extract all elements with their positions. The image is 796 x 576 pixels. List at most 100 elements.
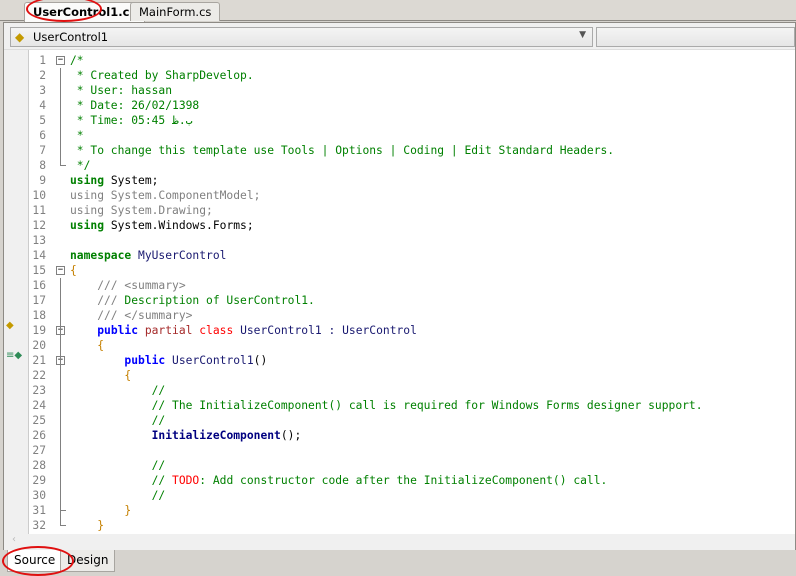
code-token: public xyxy=(124,354,166,367)
method-marker-icon: ≡◆ xyxy=(6,350,23,361)
code-editor[interactable]: 1−/* 2 * Created by SharpDevelop. 3 * User… xyxy=(29,50,795,534)
code-token: * Date: 26/02/1398 xyxy=(70,99,200,112)
code-text: * User: hassan xyxy=(70,83,172,98)
class-icon: ◆ xyxy=(15,30,25,44)
code-token: System.Windows.Forms; xyxy=(104,219,254,232)
code-line: 20 { xyxy=(29,338,795,353)
code-line: 3 * User: hassan xyxy=(29,83,795,98)
scroll-left-icon: ‹ xyxy=(12,534,16,545)
code-text: /// <summary> xyxy=(70,278,185,293)
code-token: * To change this template use Tools | Op… xyxy=(70,144,615,157)
code-line: 9 using System; xyxy=(29,173,795,188)
code-token: using xyxy=(70,174,105,187)
code-token: // xyxy=(70,384,166,397)
editor-frame: ◆ UserControl1 ▼ ◆ ≡◆ 1−/* 2 * Created by… xyxy=(3,22,796,550)
code-line: 7 * To change this template use Tools | … xyxy=(29,143,795,158)
class-combo[interactable]: ◆ UserControl1 ▼ xyxy=(10,27,593,47)
code-token: * Created by SharpDevelop. xyxy=(70,69,254,82)
code-line: 24 // The InitializeComponent() call is … xyxy=(29,398,795,413)
code-line: 29 // TODO: Add constructor code after t… xyxy=(29,473,795,488)
code-token: InitializeComponent xyxy=(151,429,281,442)
code-token: } xyxy=(70,519,105,532)
code-token: * User: hassan xyxy=(70,84,173,97)
code-text: using System.Drawing; xyxy=(70,203,213,218)
code-line: 18 /// </summary> xyxy=(29,308,795,323)
code-text: * xyxy=(70,128,84,143)
code-token: * Time: 05:45 ب.ظ xyxy=(70,114,193,127)
line-number: 31 xyxy=(32,504,46,517)
code-line: 5 * Time: 05:45 ب.ظ xyxy=(29,113,795,128)
code-line: 2 * Created by SharpDevelop. xyxy=(29,68,795,83)
line-number: 27 xyxy=(32,444,46,457)
code-token: { xyxy=(70,264,77,277)
tab-usercontrol1-cs[interactable]: UserControl1.cs xyxy=(24,2,146,22)
code-line: 28 // xyxy=(29,458,795,473)
line-number: 22 xyxy=(32,369,46,382)
code-token: // xyxy=(70,489,166,502)
code-line: 16 /// <summary> xyxy=(29,278,795,293)
code-text: using System; xyxy=(70,173,158,188)
code-token: /* xyxy=(70,54,84,67)
code-line: 1 −/* xyxy=(29,53,795,68)
line-number: 5 xyxy=(39,114,46,127)
line-number: 19 xyxy=(32,324,46,337)
class-marker-icon: ◆ xyxy=(6,320,14,331)
line-number: 15 xyxy=(32,264,46,277)
code-token: Description of UserControl1. xyxy=(117,294,315,307)
code-token: using System.ComponentModel; xyxy=(70,189,261,202)
line-number: 23 xyxy=(32,384,46,397)
code-token: MyUserControl xyxy=(131,249,227,262)
code-token: using xyxy=(70,219,105,232)
tab-design[interactable]: Design xyxy=(60,550,116,572)
code-text: * To change this template use Tools | Op… xyxy=(70,143,614,158)
line-number: 28 xyxy=(32,459,46,472)
code-token: class xyxy=(192,324,234,337)
line-number: 4 xyxy=(39,99,46,112)
fold-toggle-icon[interactable]: − xyxy=(56,56,65,65)
code-text: /// Description of UserControl1. xyxy=(70,293,315,308)
member-combo[interactable] xyxy=(596,27,795,47)
view-tab-strip: Source Design xyxy=(3,550,796,575)
code-text: using System.ComponentModel; xyxy=(70,188,260,203)
code-text: * Time: 05:45 ب.ظ xyxy=(70,113,193,128)
code-line: 30 // xyxy=(29,488,795,503)
code-text: public UserControl1() xyxy=(70,353,267,368)
code-token: // xyxy=(70,459,166,472)
code-line: 14 namespace MyUserControl xyxy=(29,248,795,263)
code-line: 31 } xyxy=(29,503,795,518)
line-number: 10 xyxy=(32,189,46,202)
code-text: // xyxy=(70,413,166,428)
code-token: () xyxy=(253,354,268,367)
line-number: 25 xyxy=(32,414,46,427)
line-number: 24 xyxy=(32,399,46,412)
code-line: 26 InitializeComponent(); xyxy=(29,428,795,443)
code-line: 11 using System.Drawing; xyxy=(29,203,795,218)
fold-toggle-icon[interactable]: − xyxy=(56,266,65,275)
tab-mainform-cs[interactable]: MainForm.cs xyxy=(130,2,221,21)
code-text: * Created by SharpDevelop. xyxy=(70,68,254,83)
tab-source[interactable]: Source xyxy=(7,550,63,572)
line-number: 32 xyxy=(32,519,46,532)
code-text: /* xyxy=(70,53,84,68)
line-number: 13 xyxy=(32,234,46,247)
code-token: { xyxy=(70,339,105,352)
code-token: /// xyxy=(70,294,118,307)
code-line: 23 // xyxy=(29,383,795,398)
code-line: 25 // xyxy=(29,413,795,428)
code-line: 27 xyxy=(29,443,795,458)
code-token: // xyxy=(70,474,173,487)
horizontal-scrollbar[interactable]: ‹ xyxy=(4,534,795,550)
line-number: 21 xyxy=(32,354,46,367)
code-text: InitializeComponent(); xyxy=(70,428,302,443)
code-text: namespace MyUserControl xyxy=(70,248,226,263)
code-text: /// </summary> xyxy=(70,308,192,323)
code-line: 22 { xyxy=(29,368,795,383)
code-line: 12 using System.Windows.Forms; xyxy=(29,218,795,233)
icon-gutter: ◆ ≡◆ xyxy=(4,50,29,534)
code-token: : Add constructor code after the Initial… xyxy=(199,474,608,487)
code-line: 15 −{ xyxy=(29,263,795,278)
code-text: { xyxy=(70,338,104,353)
code-line: 17 /// Description of UserControl1. xyxy=(29,293,795,308)
